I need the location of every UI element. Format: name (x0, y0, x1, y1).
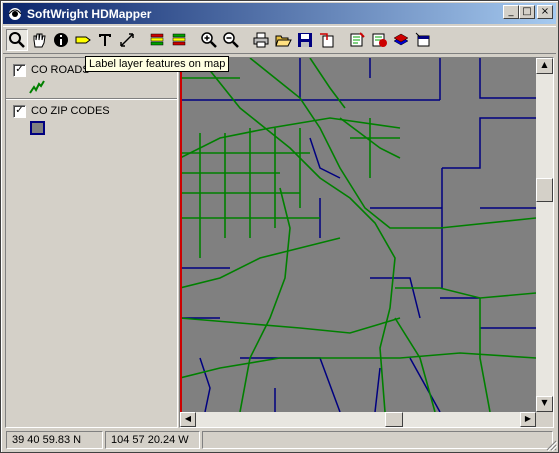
layers-icon (150, 33, 164, 46)
pan-button[interactable] (28, 29, 50, 51)
line-symbol-icon (29, 80, 45, 94)
layers-alt-icon (172, 33, 186, 46)
vertical-scrollbar[interactable]: ▲ ▼ (536, 58, 553, 412)
properties-icon (415, 32, 430, 47)
layer-visibility-checkbox[interactable]: ✓ (13, 64, 26, 77)
print-icon (253, 32, 269, 48)
map-canvas[interactable] (180, 58, 536, 412)
status-empty-panel (202, 431, 553, 449)
latitude-readout: 39 40 59.83 N (6, 431, 103, 449)
scroll-right-button[interactable]: ▶ (520, 412, 536, 427)
minimize-button[interactable]: _ (503, 5, 519, 19)
label-layer-button[interactable] (72, 29, 94, 51)
map-left-edge (180, 58, 182, 412)
longitude-readout: 104 57 20.24 W (105, 431, 200, 449)
export-button[interactable] (316, 29, 338, 51)
app-window: SoftWright HDMapper _ □ × Label layer fe… (0, 0, 559, 453)
add-layer-icon (393, 33, 409, 46)
polygon-symbol-icon (30, 121, 45, 135)
zip-code-boundaries (180, 58, 536, 412)
text-button[interactable] (94, 29, 116, 51)
map-view[interactable]: ▲ ▼ ◀ ▶ (179, 57, 554, 428)
scroll-down-button[interactable]: ▼ (536, 396, 553, 412)
measure-button[interactable] (116, 29, 138, 51)
save-icon (298, 33, 312, 47)
open-button[interactable] (272, 29, 294, 51)
window-title: SoftWright HDMapper (27, 6, 152, 21)
map-graphics (180, 58, 536, 412)
zoom-out-icon (223, 32, 239, 48)
layer-name: CO ZIP CODES (31, 105, 110, 117)
legend-layer-co-zip-codes[interactable]: ✓ CO ZIP CODES (6, 98, 177, 138)
road-network (180, 58, 536, 412)
measure-icon (120, 33, 134, 47)
remove-layer-button[interactable] (368, 29, 390, 51)
title-bar[interactable]: SoftWright HDMapper _ □ × (3, 3, 556, 24)
legend-panel: ✓ CO ROADS ✓ CO ZIP CODES (5, 57, 178, 428)
edit-layer-button[interactable] (346, 29, 368, 51)
info-icon (54, 33, 68, 47)
scroll-up-button[interactable]: ▲ (536, 58, 553, 74)
open-folder-icon (275, 35, 292, 47)
maximize-button[interactable]: □ (519, 5, 535, 19)
status-bar: 39 40 59.83 N 104 57 20.24 W (3, 429, 556, 451)
export-icon (320, 33, 334, 48)
layers-alt-button[interactable] (168, 29, 190, 51)
toolbar (3, 26, 556, 54)
tooltip: Label layer features on map (85, 56, 230, 72)
horizontal-scroll-thumb[interactable] (385, 412, 403, 427)
zoom-out-button[interactable] (220, 29, 242, 51)
edit-layer-icon (350, 32, 365, 47)
scroll-left-button[interactable]: ◀ (180, 412, 196, 427)
horizontal-scrollbar[interactable]: ◀ ▶ (180, 412, 536, 427)
vertical-scroll-thumb[interactable] (536, 178, 553, 202)
layer-visibility-checkbox[interactable]: ✓ (13, 105, 26, 118)
zoom-in-icon (201, 32, 217, 48)
close-button[interactable]: × (537, 5, 553, 19)
resize-grip-icon[interactable] (545, 439, 557, 451)
layer-name: CO ROADS (31, 64, 90, 76)
zoom-select-button[interactable] (6, 29, 28, 51)
zoom-in-button[interactable] (198, 29, 220, 51)
text-icon (99, 34, 111, 46)
pan-hand-icon (33, 33, 46, 48)
zoom-select-icon (9, 32, 25, 48)
scrollbar-corner (536, 412, 553, 427)
remove-layer-icon (372, 33, 387, 47)
label-layer-icon (75, 36, 91, 44)
layers-button[interactable] (146, 29, 168, 51)
add-layer-button[interactable] (390, 29, 412, 51)
save-button[interactable] (294, 29, 316, 51)
info-button[interactable] (50, 29, 72, 51)
app-icon (7, 6, 23, 22)
print-button[interactable] (250, 29, 272, 51)
properties-button[interactable] (412, 29, 434, 51)
